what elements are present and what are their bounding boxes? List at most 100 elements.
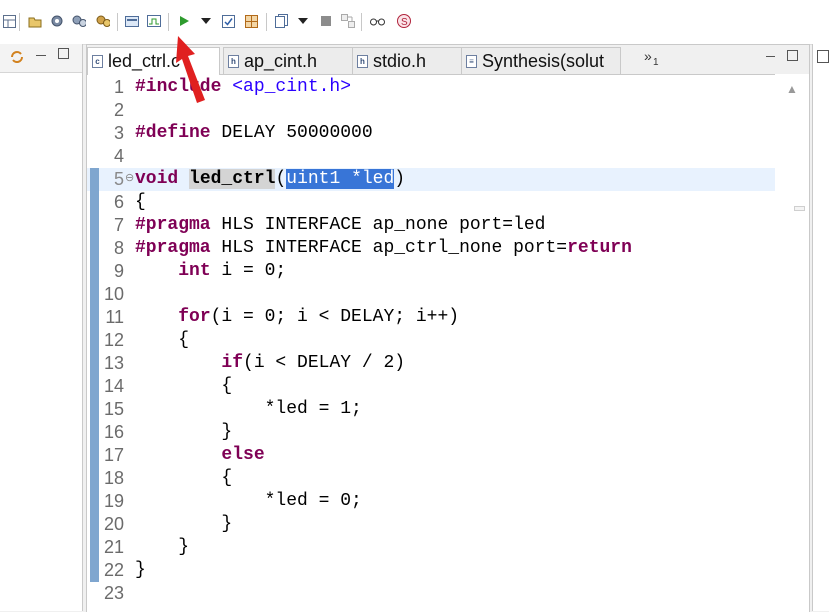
new-solution-icon[interactable] (28, 14, 42, 28)
open-wave-viewer-icon[interactable] (147, 14, 161, 28)
code-text: void led_ctrl(uint1 *led) (135, 168, 405, 191)
line-number: 18 (103, 468, 124, 488)
c-simulation-icon[interactable] (96, 14, 110, 28)
code-token: { (135, 192, 146, 212)
code-line[interactable]: 20 } (87, 513, 809, 536)
code-token: } (135, 560, 146, 580)
header-file-icon: h (228, 54, 239, 68)
selected-text: uint1 *led (286, 169, 395, 189)
keyword-token: #pragma (135, 215, 211, 235)
directive-icon[interactable] (341, 14, 355, 28)
code-token: ( (275, 169, 287, 189)
export-dropdown-icon[interactable] (296, 14, 310, 28)
keyword-token: for (178, 307, 211, 327)
code-text: if(i < DELAY / 2) (135, 352, 405, 375)
code-text: #pragma HLS INTERFACE ap_none port=led (135, 214, 545, 237)
code-token: *led = 0; (135, 491, 362, 511)
code-text: *led = 0; (135, 490, 362, 513)
line-number: 1 (113, 77, 124, 97)
export-rtl-icon[interactable] (274, 14, 288, 28)
code-line[interactable]: 8 #pragma HLS INTERFACE ap_ctrl_none port… (87, 237, 809, 260)
settings-gear-icon[interactable] (50, 14, 64, 28)
code-line[interactable]: 23 (87, 582, 809, 605)
code-line[interactable]: 17 else (87, 444, 809, 467)
code-line[interactable]: 3 #define DELAY 50000000 (87, 122, 809, 145)
minimize-panel-icon[interactable] (36, 47, 46, 56)
minimize-outline-icon[interactable] (817, 50, 829, 63)
line-number: 19 (103, 491, 124, 511)
minimize-editor-icon[interactable] (766, 48, 775, 57)
line-number: 23 (103, 583, 124, 603)
code-line[interactable]: 13 if(i < DELAY / 2) (87, 352, 809, 375)
keyword-token: #define (135, 123, 211, 143)
code-line[interactable]: 21 } (87, 536, 809, 559)
stop-icon[interactable] (319, 14, 333, 28)
code-line[interactable]: 12 { (87, 329, 809, 352)
outline-panel (812, 44, 829, 611)
code-line[interactable]: 16 } (87, 421, 809, 444)
tab-ap-cint-h[interactable]: h ap_cint.h (223, 47, 355, 74)
fold-toggle-icon[interactable]: ⊖ (125, 168, 134, 191)
keyword-token: return (567, 238, 632, 258)
line-number: 5 (113, 169, 124, 189)
code-text: { (135, 191, 146, 214)
run-dropdown-icon[interactable] (199, 14, 213, 28)
line-number: 12 (103, 330, 124, 350)
open-report-icon[interactable] (125, 14, 139, 28)
code-line[interactable]: 18 { (87, 467, 809, 490)
string-token: <ap_cint.h> (232, 77, 352, 97)
tab-overflow-count: 1 (653, 57, 659, 68)
keyword-token: void (135, 169, 179, 189)
cosimulation-check-icon[interactable] (221, 14, 235, 28)
tab-synthesis-report[interactable]: ≡ Synthesis(solut (461, 47, 621, 74)
code-token: { (135, 330, 190, 350)
code-line[interactable]: 9 int i = 0; (87, 260, 809, 283)
line-number: 20 (103, 514, 124, 534)
code-line[interactable]: 7 #pragma HLS INTERFACE ap_none port=led (87, 214, 809, 237)
project-settings-icon[interactable] (72, 14, 86, 28)
svg-text:S: S (401, 17, 408, 28)
code-line[interactable]: 10 (87, 283, 809, 306)
line-number: 15 (103, 399, 124, 419)
line-number: 8 (113, 238, 124, 258)
debug-icon[interactable]: S (396, 14, 412, 28)
tab-overflow-button[interactable]: » (644, 48, 652, 64)
header-file-icon: h (357, 54, 368, 68)
compare-reports-icon[interactable] (244, 14, 258, 28)
tab-stdio-h[interactable]: h stdio.h (352, 47, 464, 74)
toolbar-separator (266, 13, 267, 31)
line-number: 6 (113, 192, 124, 212)
sync-icon[interactable] (10, 50, 24, 64)
scroll-up-icon[interactable]: ▲ (775, 82, 809, 96)
run-synthesis-icon[interactable] (177, 14, 191, 28)
code-line[interactable]: 14 { (87, 375, 809, 398)
code-line[interactable]: 6{ (87, 191, 809, 214)
maximize-panel-icon[interactable] (58, 48, 69, 59)
annotation-arrow (176, 36, 205, 103)
layout-icon[interactable] (2, 14, 16, 28)
code-text: int i = 0; (135, 260, 286, 283)
keyword-token: int (178, 261, 211, 281)
code-token: i = 0; (210, 261, 287, 281)
code-text: #pragma HLS INTERFACE ap_ctrl_none port=… (135, 237, 632, 260)
code-line[interactable]: 4 (87, 145, 809, 168)
code-line[interactable]: 22} (87, 559, 809, 582)
code-line[interactable]: 19 *led = 0; (87, 490, 809, 513)
code-text: *led = 1; (135, 398, 362, 421)
explorer-panel (0, 44, 83, 611)
code-editor: c led_ctrl.c h ap_cint.h h stdio.h ≡ Syn… (86, 44, 810, 612)
code-line[interactable]: 11 for(i = 0; i < DELAY; i++) (87, 306, 809, 329)
maximize-editor-icon[interactable] (787, 50, 798, 61)
code-line[interactable]: 15 *led = 1; (87, 398, 809, 421)
code-token: HLS INTERFACE ap_none port=led (210, 215, 546, 235)
code-line[interactable]: 5 ⊖ void led_ctrl(uint1 *led) (87, 168, 809, 191)
code-text-area[interactable]: 1 #include <ap_cint.h> 2 3 #define DELAY 500… (87, 74, 809, 612)
code-text: { (135, 467, 232, 490)
report-icon: ≡ (466, 54, 477, 68)
view-icon[interactable] (369, 14, 387, 28)
vertical-scrollbar[interactable]: ▲ (775, 74, 809, 612)
tab-label: ap_cint.h (244, 50, 318, 71)
